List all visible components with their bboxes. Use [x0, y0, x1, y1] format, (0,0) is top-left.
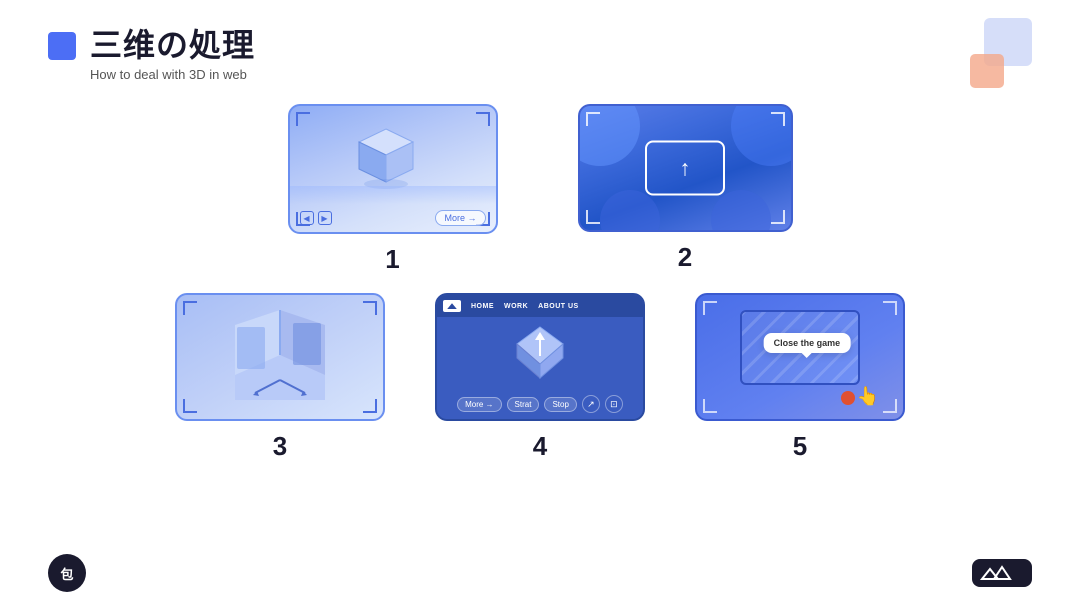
card4-logo [443, 300, 461, 312]
diamond-3d [505, 317, 575, 387]
corner-bl-5 [703, 399, 717, 413]
card-num-1: 1 [385, 244, 399, 275]
card-2[interactable]: ↑ [578, 104, 793, 232]
card3-inner [177, 295, 383, 419]
row-1: ◀ ▶ More → 1 ↑ 2 [0, 104, 1080, 275]
subtitle: How to deal with 3D in web [90, 67, 255, 82]
card-num-3: 3 [273, 431, 287, 462]
card1-nav: ◀ ▶ More → [290, 210, 496, 226]
card-num-4: 4 [533, 431, 547, 462]
nav-arrows: ◀ ▶ [300, 211, 332, 225]
ground-shadow [290, 186, 496, 204]
tooltip-close-game: Close the game [764, 333, 851, 353]
card4-more-btn[interactable]: More → [457, 397, 501, 412]
corner-tl-3 [183, 301, 197, 315]
card-3[interactable] [175, 293, 385, 421]
footer-logo-text: 包 [60, 564, 73, 583]
nav-about[interactable]: ABOUT US [534, 303, 583, 310]
card-1[interactable]: ◀ ▶ More → [288, 104, 498, 234]
corner-br-2 [771, 210, 785, 224]
corner-tl-2 [586, 112, 600, 126]
card-wrap-4: HOME WORK ABOUT US [435, 293, 645, 462]
card4-bottom-bar: More → Strat Stop ↗ ⊡ [437, 395, 643, 413]
card5-inner: Close the game 👆 [697, 295, 903, 419]
corner-bl-3 [183, 399, 197, 413]
card-wrap-5: Close the game 👆 5 [695, 293, 905, 462]
footer: 包 [0, 554, 1080, 592]
main-title: 三维の処理 [90, 28, 255, 63]
deco-square-2 [970, 54, 1004, 88]
card4-navbar: HOME WORK ABOUT US [437, 295, 643, 317]
card1-inner: ◀ ▶ More → [290, 106, 496, 232]
deco-squares [962, 18, 1032, 88]
corner-bl-2 [586, 210, 600, 224]
card-5[interactable]: Close the game 👆 [695, 293, 905, 421]
row-2: 3 HOME WORK ABOUT US [0, 293, 1080, 462]
card4-inner: HOME WORK ABOUT US [437, 295, 643, 419]
card4-share-icon[interactable]: ↗ [582, 395, 600, 413]
logo-icon [48, 32, 76, 60]
card-4[interactable]: HOME WORK ABOUT US [435, 293, 645, 421]
card4-strat-btn[interactable]: Strat [507, 397, 540, 412]
corner-tr-1 [476, 112, 490, 126]
corner-tl-5 [703, 301, 717, 315]
corner-br-5 [883, 399, 897, 413]
title-block: 三维の処理 How to deal with 3D in web [90, 28, 255, 82]
nav-work[interactable]: WORK [500, 303, 532, 310]
nav-arrow-left[interactable]: ◀ [300, 211, 314, 225]
card4-stop-btn[interactable]: Stop [544, 397, 576, 412]
corner-tr-2 [771, 112, 785, 126]
room-svg [215, 305, 345, 405]
cursor-hand-icon: 👆 [857, 386, 879, 407]
upload-arrow-icon: ↑ [680, 157, 691, 179]
card-wrap-3: 3 [175, 293, 385, 462]
card4-expand-icon[interactable]: ⊡ [605, 395, 623, 413]
card-num-5: 5 [793, 431, 807, 462]
corner-tr-3 [363, 301, 377, 315]
upload-box: ↑ [645, 141, 725, 196]
corner-tl-1 [296, 112, 310, 126]
fluid-shape-4 [711, 190, 771, 232]
footer-logo-left: 包 [48, 554, 86, 592]
nav-home[interactable]: HOME [467, 303, 498, 310]
more-button-1[interactable]: More → [435, 210, 485, 226]
red-circle-button[interactable] [841, 391, 855, 405]
nav-arrow-right[interactable]: ▶ [318, 211, 332, 225]
fluid-shape-3 [600, 190, 660, 232]
card-wrap-2: ↑ 2 [578, 104, 793, 275]
header: 三维の処理 How to deal with 3D in web [0, 0, 1080, 82]
mountain-logo-icon [980, 564, 1024, 582]
card-wrap-1: ◀ ▶ More → 1 [288, 104, 498, 275]
corner-tr-5 [883, 301, 897, 315]
card-num-2: 2 [678, 242, 692, 273]
corner-br-3 [363, 399, 377, 413]
cube-3d [351, 124, 421, 194]
footer-logo-right [972, 559, 1032, 587]
